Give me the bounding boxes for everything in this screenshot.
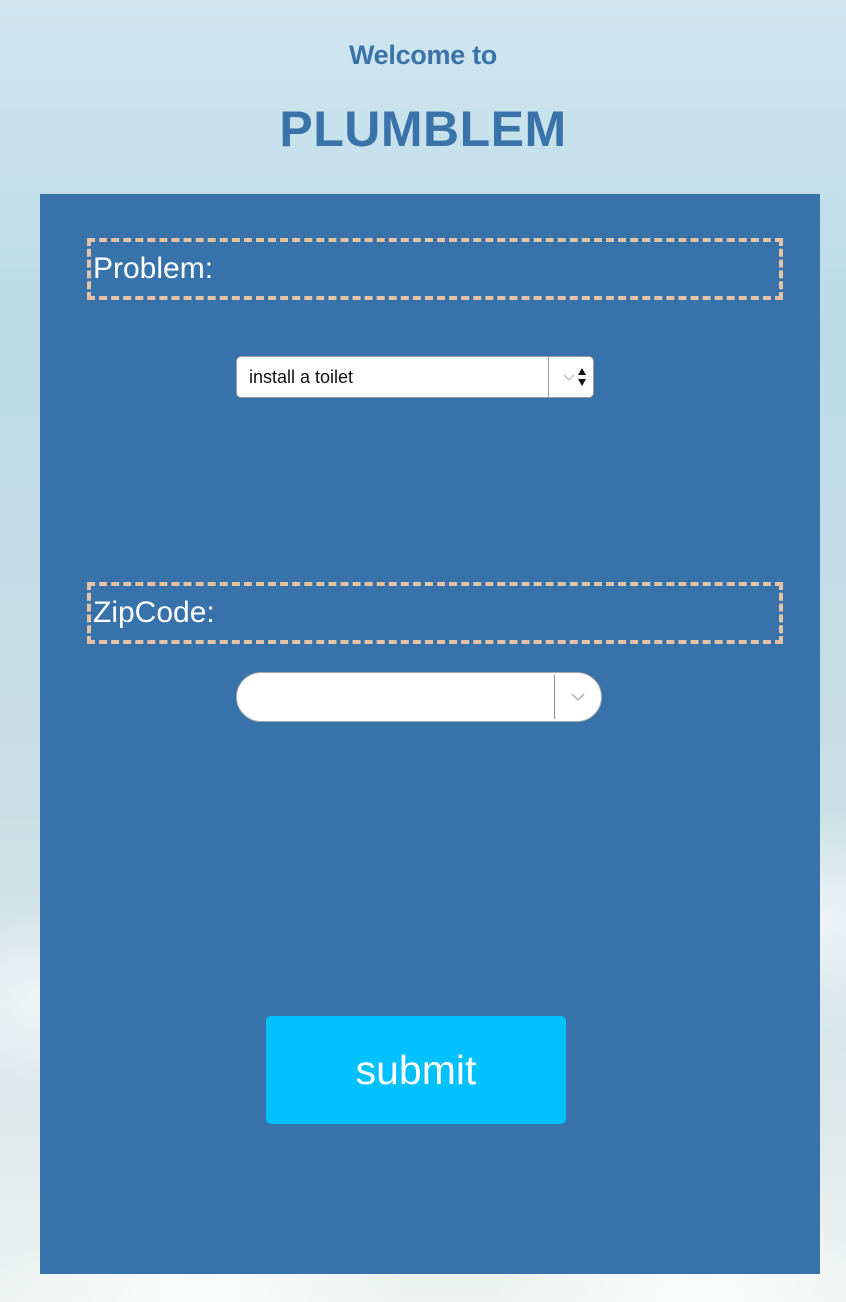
problem-select-value: install a toilet [249, 367, 354, 387]
zipcode-label: ZipCode: [87, 582, 783, 644]
submit-button[interactable]: submit [266, 1016, 566, 1124]
problem-select[interactable]: install a toilet [236, 356, 594, 398]
select-divider [554, 675, 555, 719]
form-panel: Problem: install a toilet ZipCode: submi… [40, 194, 820, 1274]
problem-label: Problem: [87, 238, 783, 300]
welcome-text: Welcome to [348, 40, 498, 70]
zipcode-select[interactable] [236, 672, 602, 722]
up-down-arrows-icon [578, 368, 586, 386]
chevron-down-icon [563, 374, 575, 382]
app-title: PLUMBLEM [279, 101, 567, 157]
select-divider [548, 357, 549, 397]
chevron-down-icon [571, 693, 585, 702]
